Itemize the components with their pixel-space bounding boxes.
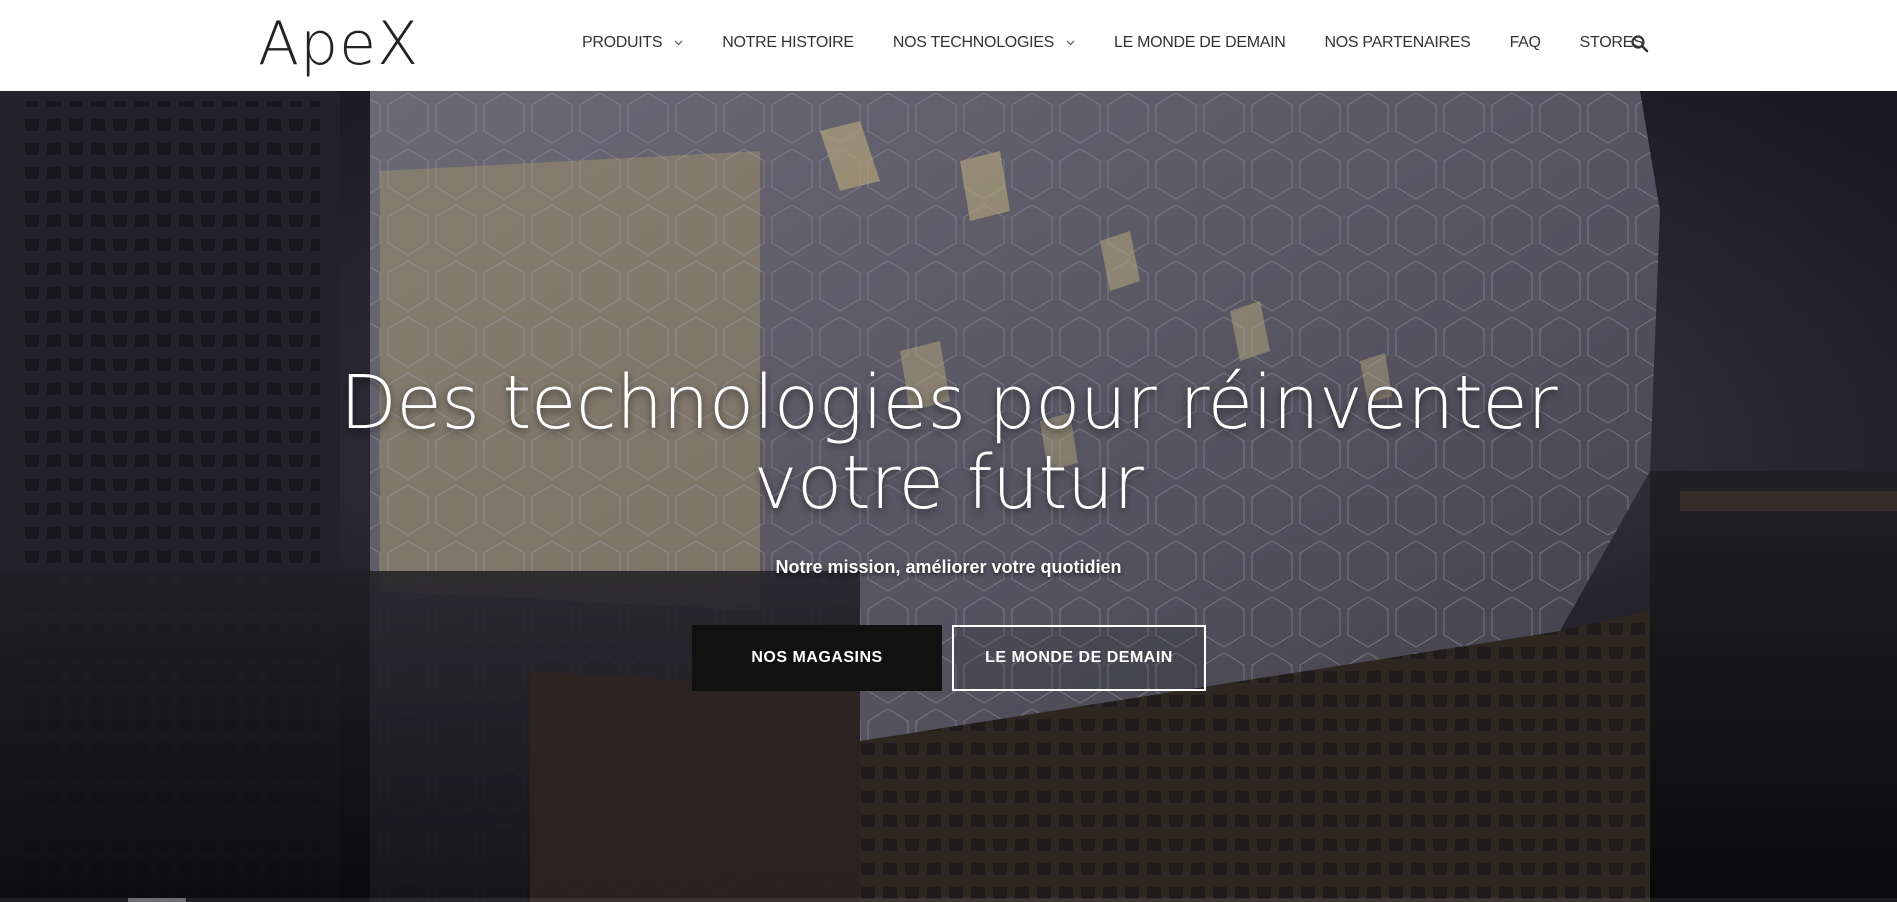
nav-item-label: NOTRE HISTOIRE	[722, 34, 854, 51]
hero-subtitle: Notre mission, améliorer votre quotidien	[775, 557, 1122, 577]
nav-item-label: LE MONDE DE DEMAIN	[1113, 34, 1286, 51]
nav-item-label: NOS PARTENAIRES	[1324, 34, 1471, 51]
nav-item-produits[interactable]: PRODUITS	[582, 34, 683, 52]
scrollbar-thumb[interactable]	[128, 898, 186, 902]
logo-text: ApeX	[258, 9, 420, 79]
chevron-down-icon	[674, 40, 683, 46]
apex-logo[interactable]: ApeX	[258, 10, 419, 78]
nos-magasins-button[interactable]: NOS MAGASINS	[692, 625, 942, 691]
horizontal-scrollbar[interactable]	[0, 898, 1897, 902]
nav-item-faq[interactable]: FAQ	[1510, 34, 1541, 52]
search-icon[interactable]	[1630, 34, 1650, 54]
nav-item-label: NOS TECHNOLOGIES	[892, 34, 1054, 51]
chevron-down-icon	[1066, 40, 1075, 46]
main-nav: PRODUITS NOTRE HISTOIRE NOS TECHNOLOGIES…	[582, 30, 1644, 56]
nav-item-notre-histoire[interactable]: NOTRE HISTOIRE	[722, 34, 854, 52]
nav-item-label: FAQ	[1509, 34, 1541, 51]
site-header: ApeX PRODUITS NOTRE HISTOIRE NOS TECHNOL…	[0, 0, 1897, 91]
hero-section: Des technologies pour réinventer votre f…	[0, 91, 1897, 902]
nav-item-le-monde-de-demain[interactable]: LE MONDE DE DEMAIN	[1114, 34, 1286, 52]
le-monde-de-demain-button[interactable]: LE MONDE DE DEMAIN	[952, 625, 1206, 691]
nav-item-label: PRODUITS	[582, 34, 663, 51]
nav-item-nos-partenaires[interactable]: NOS PARTENAIRES	[1325, 34, 1471, 52]
hero-title-line-2: votre futur	[753, 440, 1144, 526]
nav-item-nos-technologies[interactable]: NOS TECHNOLOGIES	[893, 34, 1075, 52]
hero-title-line-1: Des technologies pour réinventer	[339, 360, 1558, 446]
hero-title: Des technologies pour réinventer votre f…	[0, 363, 1897, 523]
